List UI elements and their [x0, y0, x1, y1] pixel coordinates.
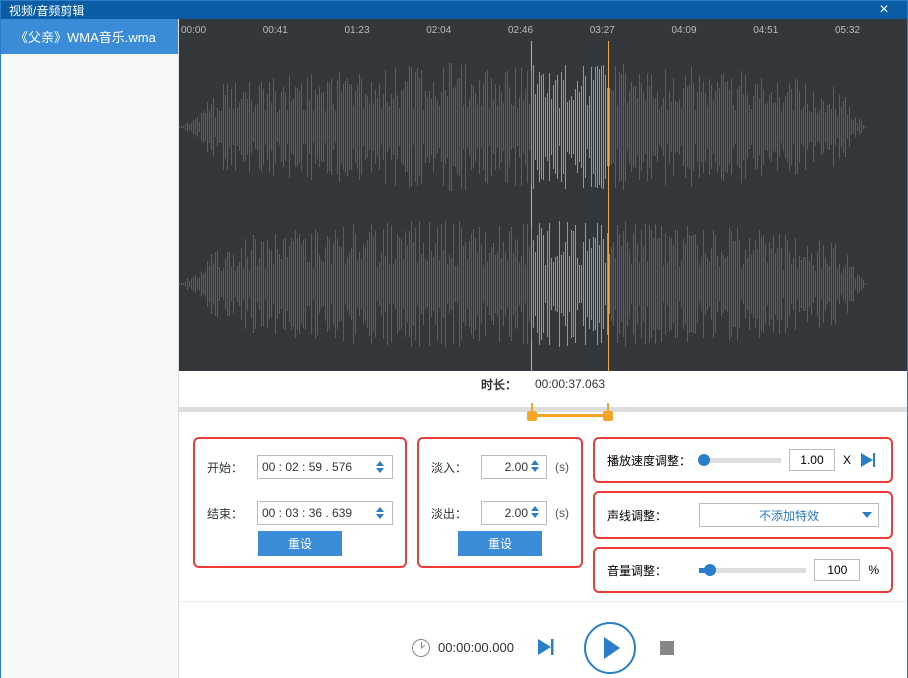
playback-bar: 00:00:00.000 [179, 601, 907, 678]
unit-seconds: (s) [555, 506, 569, 520]
fadein-label: 淡入： [431, 459, 473, 476]
spin-icon[interactable] [376, 461, 388, 473]
tick: 00:41 [263, 25, 333, 36]
clock-icon [412, 639, 430, 657]
waveform-area[interactable]: 00:00 00:41 01:23 02:04 02:46 03:27 04:09 04:51… [179, 19, 907, 371]
tick: 03:27 [590, 25, 660, 36]
main-panel: 00:00 00:41 01:23 02:04 02:46 03:27 04:09 04:51… [179, 19, 907, 678]
speed-box: 播放速度调整： 1.00 X [593, 437, 893, 483]
file-item[interactable]: 《父亲》WMA音乐.wma [1, 19, 178, 54]
trim-box: 开始： 00 : 02 : 59 . 576 结束： 00 : 03 : 36 … [193, 437, 407, 568]
tick: 04:09 [672, 25, 742, 36]
chevron-down-icon [862, 512, 872, 518]
volume-label: 音量调整： [607, 562, 691, 579]
skip-icon[interactable] [538, 639, 560, 657]
fadeout-input[interactable]: 2.00 [481, 501, 547, 525]
voice-label: 声线调整： [607, 507, 691, 524]
speed-value[interactable]: 1.00 [789, 449, 835, 471]
volume-suffix: % [868, 563, 879, 577]
window-title: 视频/音频剪辑 [9, 2, 84, 19]
volume-slider[interactable] [699, 568, 806, 573]
controls-panel: 开始： 00 : 02 : 59 . 576 结束： 00 : 03 : 36 … [179, 423, 907, 601]
fade-reset-button[interactable]: 重设 [458, 531, 542, 556]
fadeout-label: 淡出： [431, 505, 473, 522]
timeline-ruler: 00:00 00:41 01:23 02:04 02:46 03:27 04:09 04:51… [179, 19, 907, 41]
spin-icon[interactable] [531, 460, 543, 472]
speed-slider[interactable] [699, 458, 781, 463]
start-label: 开始： [207, 459, 249, 476]
tick: 02:46 [508, 25, 578, 36]
editor-window: 视频/音频剪辑 × 《父亲》WMA音乐.wma 00:0000:4101:230… [0, 0, 908, 678]
titlebar: 视频/音频剪辑 × [1, 1, 907, 19]
voice-dropdown[interactable]: 不添加特效 [699, 503, 879, 527]
file-sidebar: 《父亲》WMA音乐.wma [1, 19, 179, 678]
start-time-input[interactable]: 00 : 02 : 59 . 576 [257, 455, 393, 479]
volume-box: 音量调整： 100 % [593, 547, 893, 593]
duration-label: 时长： [481, 376, 517, 393]
end-label: 结束： [207, 505, 249, 522]
playback-time: 00:00:00.000 [438, 640, 514, 655]
stop-button[interactable] [660, 641, 674, 655]
unit-seconds: (s) [555, 460, 569, 474]
spin-icon[interactable] [376, 507, 388, 519]
play-icon [604, 637, 620, 659]
duration-row: 时长： 00:00:37.063 [179, 371, 907, 397]
range-slider[interactable] [179, 397, 907, 423]
tick: 04:51 [753, 25, 823, 36]
fade-box: 淡入： 2.00 (s) 淡出： 2.00 [417, 437, 583, 568]
tick: 05:32 [835, 25, 905, 36]
trim-reset-button[interactable]: 重设 [258, 531, 342, 556]
play-button[interactable] [584, 622, 636, 674]
voice-value: 不添加特效 [759, 507, 819, 524]
tick: 01:23 [345, 25, 415, 36]
speed-label: 播放速度调整： [607, 452, 691, 469]
tick: 02:04 [426, 25, 496, 36]
play-preview-icon[interactable] [859, 451, 879, 469]
voice-box: 声线调整： 不添加特效 [593, 491, 893, 539]
fadein-input[interactable]: 2.00 [481, 455, 547, 479]
spin-icon[interactable] [531, 506, 543, 518]
end-time-input[interactable]: 00 : 03 : 36 . 639 [257, 501, 393, 525]
duration-value: 00:00:37.063 [535, 377, 605, 391]
close-icon[interactable]: × [869, 1, 899, 19]
content-area: 《父亲》WMA音乐.wma 00:0000:4101:2302:0402:460… [1, 19, 907, 678]
volume-value[interactable]: 100 [814, 559, 860, 581]
tick: 00:00 [181, 25, 251, 36]
speed-suffix: X [843, 453, 851, 467]
